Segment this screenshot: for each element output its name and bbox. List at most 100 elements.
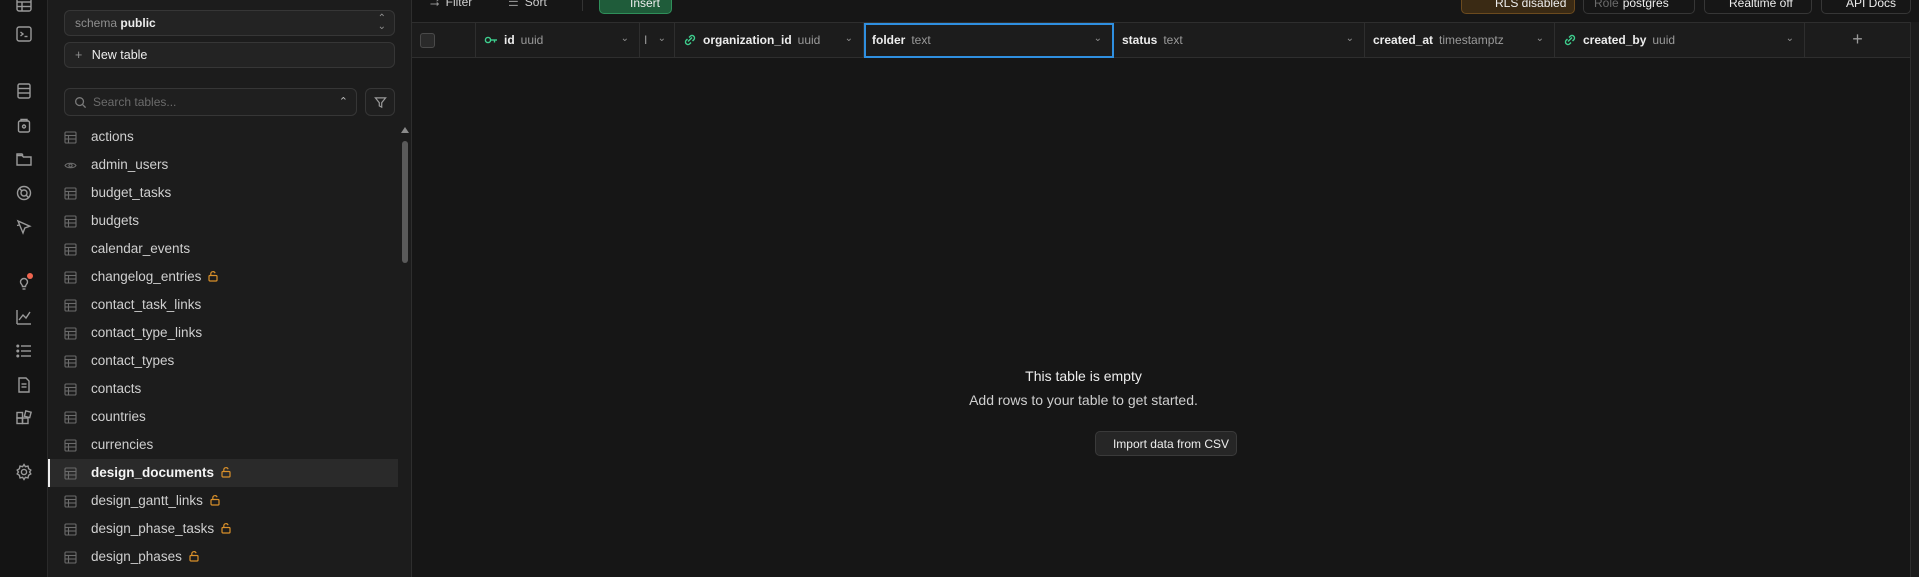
toolbar-divider <box>582 0 583 11</box>
api-docs-icon[interactable] <box>14 375 34 395</box>
import-csv-button[interactable]: Import data from CSV <box>1095 431 1237 456</box>
sidebar-table-item[interactable]: budget_tasks <box>48 179 398 207</box>
table-icon <box>64 551 77 564</box>
column-name: organization_id <box>703 33 792 47</box>
table-name: admin_users <box>91 157 169 172</box>
table-name: contact_type_links <box>91 325 203 340</box>
notification-dot <box>27 273 33 279</box>
settings-icon[interactable] <box>14 462 34 482</box>
sidebar-table-item[interactable]: design_phases <box>48 543 398 571</box>
realtime-icon[interactable] <box>14 183 34 203</box>
insert-button[interactable]: Insert <box>599 0 672 14</box>
table-icon <box>64 411 77 424</box>
sidebar-table-item[interactable]: budgets <box>48 207 398 235</box>
add-column-button[interactable]: + <box>1805 23 1910 58</box>
new-table-label: New table <box>91 48 148 62</box>
filter-button[interactable]: ⮆ Filter <box>422 0 480 13</box>
reports-icon[interactable] <box>14 307 34 327</box>
rls-status-button[interactable]: RLS disabled <box>1461 0 1575 14</box>
chevron-down-icon[interactable]: ⌄ <box>1346 33 1354 44</box>
search-input[interactable] <box>93 93 323 111</box>
grid-header: id uuid ⌄ I ⌄ organization_id uuid ⌄ folde… <box>412 22 1910 58</box>
sidebar-table-item[interactable]: design_phase_tasks <box>48 515 398 543</box>
role-value: postgres <box>1622 0 1669 10</box>
empty-state-subtitle: Add rows to your table to get started. <box>969 392 1198 408</box>
table-name: budget_tasks <box>91 185 172 200</box>
table-name: contact_types <box>91 353 175 368</box>
api-docs-button[interactable]: API Docs <box>1821 0 1911 14</box>
database-icon[interactable] <box>14 81 34 101</box>
column-header-partial[interactable]: I ⌄ <box>640 23 675 58</box>
sidebar-table-item[interactable]: contact_type_links <box>48 319 398 347</box>
scroll-up-arrow-icon[interactable] <box>401 127 409 133</box>
column-name: folder <box>872 33 906 47</box>
column-name: status <box>1122 33 1158 47</box>
auth-icon[interactable] <box>14 115 34 135</box>
schema-value: public <box>120 16 156 30</box>
column-header-folder[interactable]: folder text ⌄ <box>864 23 1114 58</box>
column-type: timestamptz <box>1439 33 1504 47</box>
realtime-button[interactable]: Realtime off <box>1704 0 1812 14</box>
advisors-icon[interactable] <box>14 273 34 293</box>
empty-state-title: This table is empty <box>1025 368 1142 384</box>
funnel-icon <box>374 97 387 109</box>
column-header-status[interactable]: status text ⌄ <box>1114 23 1365 58</box>
new-table-button[interactable]: + New table <box>64 42 395 68</box>
integrations-icon[interactable] <box>14 409 34 429</box>
unlocked-rls-icon <box>188 550 200 562</box>
scrollbar-thumb[interactable] <box>402 141 408 263</box>
app-window: schema public ⌃⌄ + New table ⌃ actions ad… <box>0 0 1919 577</box>
table-name: contact_task_links <box>91 297 202 312</box>
sidebar-table-item[interactable]: changelog_entries <box>48 263 398 291</box>
chevron-down-icon[interactable]: ⌄ <box>845 33 853 44</box>
realtime-label: Realtime off <box>1729 0 1793 10</box>
column-type: uuid <box>520 33 544 47</box>
chevron-down-icon[interactable]: ⌄ <box>1536 33 1544 44</box>
schema-selector[interactable]: schema public ⌃ ⌄ <box>64 10 395 36</box>
filter-label: Filter <box>445 0 473 9</box>
sidebar-table-item[interactable]: countries <box>48 403 398 431</box>
chevron-down-icon[interactable]: ⌄ <box>1786 33 1794 44</box>
sql-editor-icon[interactable] <box>14 24 34 44</box>
edge-functions-icon[interactable] <box>14 217 34 237</box>
table-name: budgets <box>91 213 140 228</box>
chevron-down-icon[interactable]: ⌄ <box>1094 33 1102 44</box>
table-icon <box>64 383 77 396</box>
column-name: created_by <box>1583 33 1647 47</box>
sort-button[interactable]: ☰ Sort <box>500 0 555 13</box>
insert-label: Insert <box>630 0 661 10</box>
unlocked-rls-icon <box>220 522 232 534</box>
table-name: currencies <box>91 437 154 452</box>
schema-label: schema <box>75 16 118 30</box>
column-header-id[interactable]: id uuid ⌄ <box>476 23 640 58</box>
column-name: id <box>504 33 515 47</box>
plus-icon: + <box>1852 29 1863 49</box>
filter-icon: ⮆ <box>430 0 440 9</box>
chevron-down-icon[interactable]: ⌄ <box>658 33 666 44</box>
role-selector[interactable]: Role postgres <box>1583 0 1695 14</box>
sort-icon: ☰ <box>508 0 519 9</box>
sidebar-table-item[interactable]: design_documents <box>48 459 398 487</box>
sidebar-table-item[interactable]: currencies <box>48 431 398 459</box>
sidebar-table-item[interactable]: calendar_events <box>48 235 398 263</box>
chevron-up-down-icon: ⌃ ⌄ <box>377 13 386 32</box>
table-icon <box>64 299 77 312</box>
sidebar-table-item[interactable]: contacts <box>48 375 398 403</box>
logs-icon[interactable] <box>14 341 34 361</box>
select-all-cell <box>412 23 476 58</box>
chevrons-icon[interactable]: ⌃ <box>339 95 348 108</box>
sidebar-scrollbar[interactable] <box>398 123 412 577</box>
select-all-checkbox[interactable] <box>420 33 435 48</box>
storage-icon[interactable] <box>14 149 34 169</box>
sidebar-table-item[interactable]: contact_types <box>48 347 398 375</box>
column-header-created-at[interactable]: created_at timestamptz ⌄ <box>1365 23 1555 58</box>
sidebar-table-item[interactable]: contact_task_links <box>48 291 398 319</box>
column-header-organization-id[interactable]: organization_id uuid ⌄ <box>675 23 864 58</box>
sidebar-table-item[interactable]: design_gantt_links <box>48 487 398 515</box>
sidebar-table-item[interactable]: actions <box>48 123 398 151</box>
sidebar-table-item[interactable]: admin_users <box>48 151 398 179</box>
table-editor-icon[interactable] <box>14 0 34 14</box>
filter-tables-button[interactable] <box>365 88 395 116</box>
column-header-created-by[interactable]: created_by uuid ⌄ <box>1555 23 1805 58</box>
chevron-down-icon[interactable]: ⌄ <box>621 33 629 44</box>
